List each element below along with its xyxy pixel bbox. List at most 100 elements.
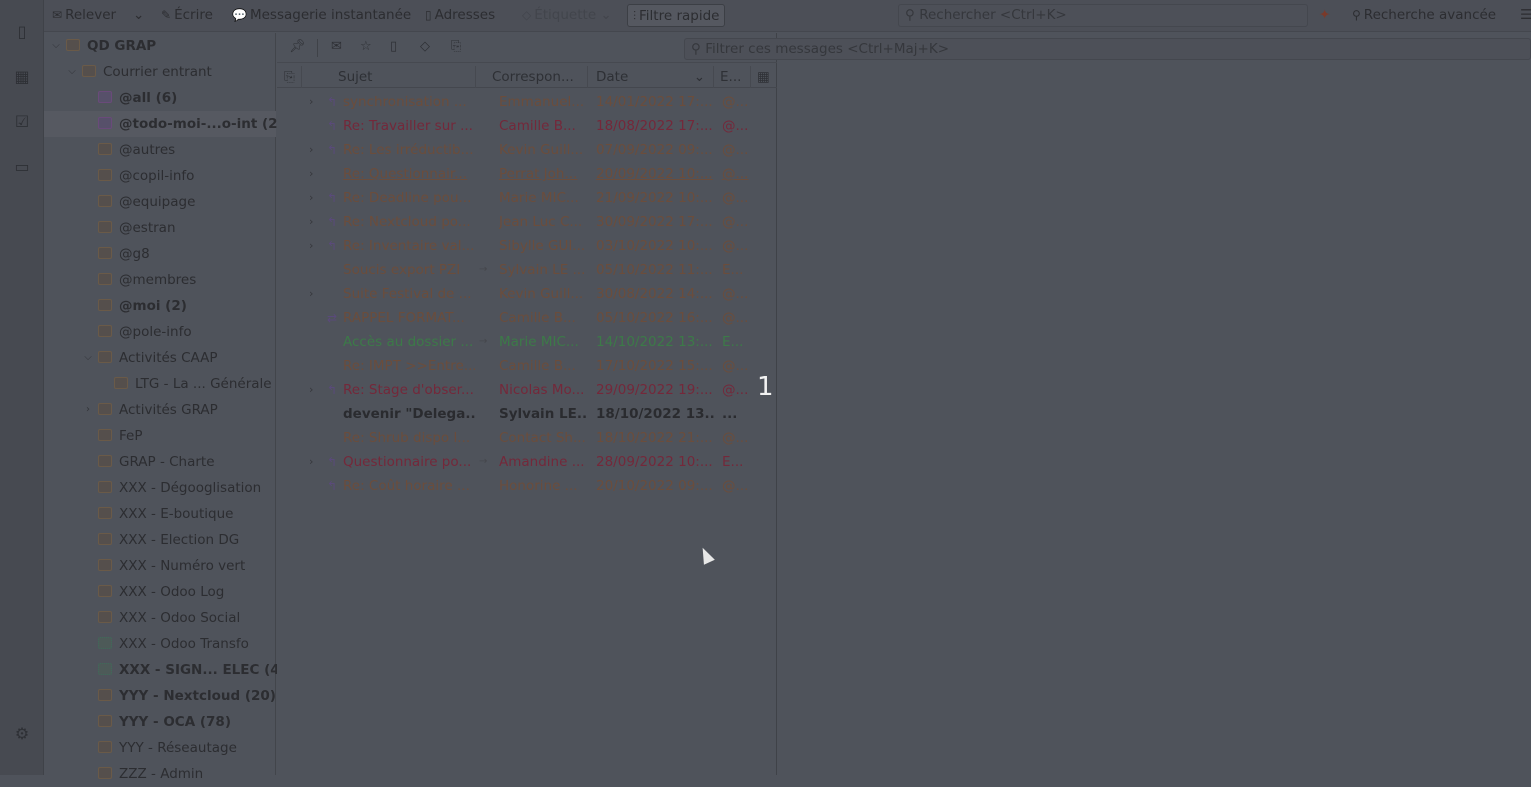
message-date: 18/10/2022 21:...	[596, 430, 713, 446]
thread-chevron-icon[interactable]: ›	[309, 90, 313, 114]
message-row[interactable]: Soucis export PZI → Sylvain LE ... 05/10/20…	[277, 258, 777, 282]
date-column-header[interactable]: Date ⌄	[588, 66, 714, 88]
replied-icon: ↰	[327, 191, 338, 205]
folder-item[interactable]: @estran	[44, 215, 276, 241]
address-book-icon: ▯	[425, 8, 432, 22]
subject-column-header[interactable]: Sujet	[302, 66, 476, 88]
folder-item[interactable]: XXX - Numéro vert	[44, 553, 276, 579]
message-row[interactable]: Accès au dossier ... → Marie MIC... 14/10/2…	[277, 330, 777, 354]
chat-button[interactable]: 💬 Messagerie instantanée	[232, 4, 411, 27]
message-row[interactable]: › ↰ Re: Les irréductib... Kevin Guill... 07/…	[277, 138, 777, 162]
folder-item[interactable]: ⌵ Activités CAAP	[44, 345, 276, 371]
folder-item[interactable]: YYY - Réseautage	[44, 735, 276, 761]
get-mail-dropdown[interactable]: ⌄	[133, 4, 144, 27]
thread-chevron-icon[interactable]: ›	[309, 186, 313, 210]
calendar-icon[interactable]: ▦	[12, 67, 32, 87]
thread-chevron-icon[interactable]: ›	[309, 234, 313, 258]
thread-chevron-icon[interactable]: ›	[309, 138, 313, 162]
email-column-header[interactable]: E...	[714, 66, 751, 88]
message-row[interactable]: Re: IMPT >>Entre... Camille B... 17/10/202…	[277, 354, 777, 378]
column-picker-icon[interactable]: ▦	[751, 66, 777, 88]
chat-icon[interactable]: ▭	[12, 157, 32, 177]
starred-filter-icon[interactable]: ☆	[360, 39, 372, 54]
address-book-icon[interactable]: ▯	[12, 22, 32, 42]
correspondent-column-header[interactable]: Correspon...	[476, 66, 588, 88]
folder-item[interactable]: XXX - Odoo Transfo	[44, 631, 276, 657]
folder-icon	[98, 689, 112, 701]
folder-icon	[98, 611, 112, 623]
message-row[interactable]: Re: Shrub dispo l... Contact Sh... 18/10/2…	[277, 426, 777, 450]
message-row[interactable]: › ↰ Questionnaire po... → Amandine ... 28/09/…	[277, 450, 777, 474]
sync-status-icon[interactable]: ✦	[1319, 4, 1330, 27]
folder-icon	[98, 325, 112, 337]
message-row[interactable]: › ↰ Re: Stage d'obser... Nicolas Mo... 29/09…	[277, 378, 777, 402]
folder-item[interactable]: @moi (2)	[44, 293, 276, 319]
thread-chevron-icon[interactable]: ›	[309, 378, 313, 402]
message-correspondent: Nicolas Mo...	[499, 382, 585, 398]
folder-item[interactable]: GRAP - Charte	[44, 449, 276, 475]
folder-item[interactable]: ZZZ - Admin	[44, 761, 276, 787]
get-mail-button[interactable]: ✉ Relever	[52, 4, 116, 27]
folder-item[interactable]: @equipage	[44, 189, 276, 215]
tag-button[interactable]: ◇ Étiquette ⌄	[522, 4, 612, 27]
folder-icon	[98, 507, 112, 519]
folder-item[interactable]: ⌵ QD GRAP	[44, 33, 276, 59]
message-row[interactable]: ↰ Re: Coût horaire ... Honorine ... 20/10/2…	[277, 474, 777, 498]
folder-item[interactable]: XXX - Odoo Social	[44, 605, 276, 631]
address-book-button[interactable]: ▯ Adresses	[425, 4, 495, 27]
message-row[interactable]: › ↰ Re: Inventaire val... Sibylle GUI... 03/…	[277, 234, 777, 258]
thread-chevron-icon[interactable]: ›	[309, 210, 313, 234]
message-row[interactable]: › Re: Questionnair... Perrat Joh... 20/09/2…	[277, 162, 777, 186]
message-row[interactable]: devenir "Delega... Sylvain LE... 18/10/202…	[277, 402, 777, 426]
folder-item[interactable]: @membres	[44, 267, 276, 293]
folder-item[interactable]: LTG - La ... Générale	[44, 371, 276, 397]
folder-icon	[98, 91, 112, 103]
folder-item[interactable]: XXX - Election DG	[44, 527, 276, 553]
folder-item[interactable]: › Activités GRAP	[44, 397, 276, 423]
sticky-pin-icon[interactable]: 📌︎	[289, 39, 306, 54]
message-row[interactable]: › ↰ Re: Nextcloud po... Jean Luc C... 30/09/…	[277, 210, 777, 234]
chevron-down-icon[interactable]: ⌵	[50, 33, 62, 59]
folder-item[interactable]: @g8	[44, 241, 276, 267]
unread-filter-icon[interactable]: ✉	[331, 39, 342, 54]
chevron-down-icon[interactable]: ⌵	[82, 345, 94, 371]
folder-item[interactable]: FeP	[44, 423, 276, 449]
thread-chevron-icon[interactable]: ›	[309, 162, 313, 186]
divider	[317, 39, 318, 57]
message-row[interactable]: ⇄ RAPPEL FORMAT... Camille B... 05/10/2022 …	[277, 306, 777, 330]
filter-messages-input[interactable]: ⚲ Filtrer ces messages <Ctrl+Maj+K>	[684, 38, 1531, 60]
message-row[interactable]: ↰ Re: Travailler sur ... Camille B... 18/08…	[277, 114, 777, 138]
message-row[interactable]: › ↰ synchronisation ... Emmanuel... 14/01/20…	[277, 90, 777, 114]
tag-filter-icon[interactable]: ◇	[420, 39, 430, 54]
advanced-search-button[interactable]: ⚲ Recherche avancée	[1352, 4, 1496, 27]
folder-item[interactable]: @autres	[44, 137, 276, 163]
folder-item[interactable]: @todo-moi-...o-int (2)	[44, 111, 284, 137]
folder-item[interactable]: XXX - Odoo Log	[44, 579, 276, 605]
folder-item[interactable]: @all (6)	[44, 85, 276, 111]
folder-item[interactable]: YYY - Nextcloud (20)	[44, 683, 276, 709]
app-menu-icon[interactable]: ☰	[1520, 4, 1531, 27]
folder-icon	[98, 195, 112, 207]
thread-chevron-icon[interactable]: ›	[309, 282, 313, 306]
write-button[interactable]: ✎ Écrire	[161, 4, 213, 27]
message-subject: Re: Deadline pou...	[343, 190, 472, 206]
message-row[interactable]: › ↰ Re: Deadline pou... Marie MIC... 21/09/2…	[277, 186, 777, 210]
folder-item[interactable]: XXX - E-boutique	[44, 501, 276, 527]
attachment-filter-icon[interactable]: ⎘	[451, 39, 461, 54]
folder-item[interactable]: YYY - OCA (78)	[44, 709, 276, 735]
folder-item[interactable]: XXX - Dégooglisation	[44, 475, 276, 501]
chevron-down-icon[interactable]: ⌵	[66, 59, 78, 85]
contact-filter-icon[interactable]: ▯	[390, 39, 397, 54]
folder-item[interactable]: @copil-info	[44, 163, 276, 189]
settings-gear-icon[interactable]: ⚙	[12, 724, 32, 744]
chevron-right-icon[interactable]: ›	[82, 397, 94, 423]
attachment-column-header[interactable]: ⎘	[277, 66, 302, 88]
tasks-icon[interactable]: ☑	[12, 112, 32, 132]
folder-item[interactable]: ⌵ Courrier entrant	[44, 59, 276, 85]
global-search-input[interactable]: ⚲ Rechercher <Ctrl+K>	[898, 4, 1308, 27]
quick-filter-button[interactable]: ⫶ Filtre rapide	[627, 4, 726, 27]
folder-item[interactable]: @pole-info	[44, 319, 276, 345]
folder-item[interactable]: XXX - SIGN... ELEC (4)	[44, 657, 286, 683]
thread-chevron-icon[interactable]: ›	[309, 450, 313, 474]
message-row[interactable]: › Suite Festival de ... Kevin Guill... 30/0…	[277, 282, 777, 306]
